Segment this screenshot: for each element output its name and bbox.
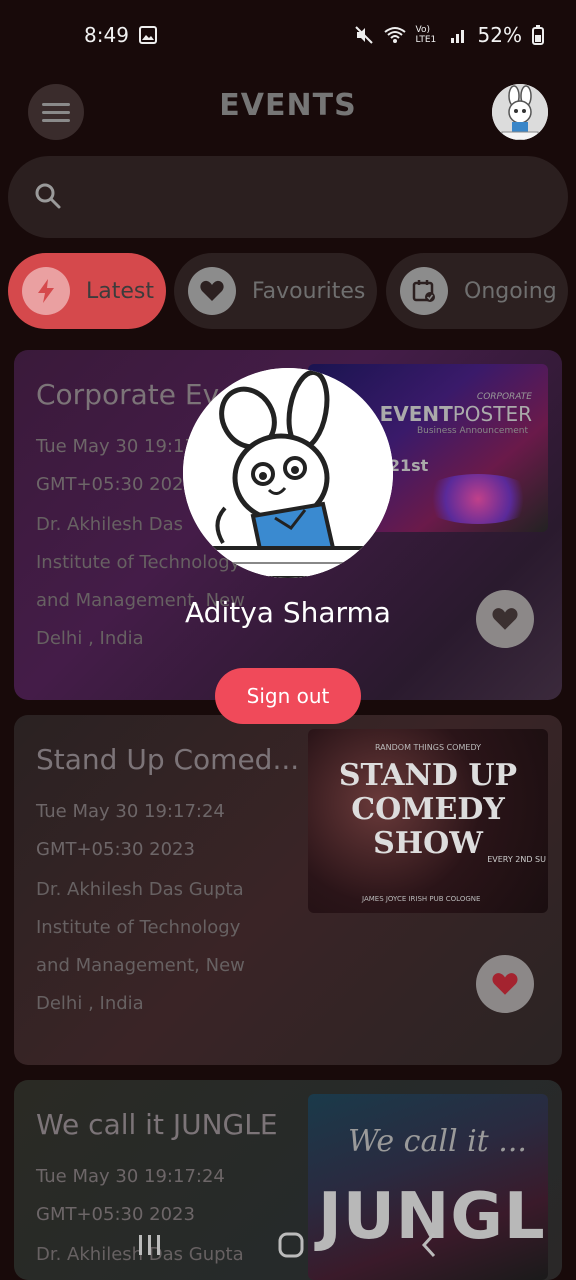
- poster-text: EVENT: [379, 402, 453, 426]
- battery-percent: 52%: [477, 23, 522, 47]
- event-title: Stand Up Comed...: [36, 743, 300, 776]
- filter-chips: Latest Favourites Ongoing: [0, 253, 576, 329]
- event-date: Tue May 30 19:17:24 GMT+05:30 2023: [36, 793, 306, 869]
- location-line: and Management, New: [36, 955, 245, 976]
- chip-latest[interactable]: Latest: [8, 253, 166, 329]
- recent-apps-icon[interactable]: [137, 1233, 163, 1257]
- profile-avatar-button[interactable]: [492, 84, 548, 140]
- event-date-line: Tue May 30 19:17:24: [36, 1166, 225, 1187]
- poster-text: RANDOM THINGS COMEDY: [374, 743, 482, 752]
- status-bar: 8:49 Vo) LTE1 52%: [0, 0, 576, 70]
- poster-text: CORPORATE: [476, 392, 532, 402]
- chip-ongoing[interactable]: Ongoing: [386, 253, 568, 329]
- location-line: Dr. Akhilesh Das Gupta: [36, 879, 244, 900]
- poster-text: EVERY 2ND SU: [487, 855, 546, 864]
- mute-icon: [354, 25, 374, 45]
- profile-name: Aditya Sharma: [185, 596, 391, 629]
- status-right: Vo) LTE1 52%: [354, 23, 544, 47]
- chip-label: Latest: [86, 278, 154, 304]
- poster-headline: EVENTPOSTER: [380, 402, 532, 426]
- search-icon: [34, 182, 62, 210]
- event-date-line: GMT+05:30 2023: [36, 839, 195, 860]
- heart-filled-icon: [491, 971, 519, 997]
- app-header: EVENTS: [0, 80, 576, 144]
- calendar-check-icon: [400, 267, 448, 315]
- sign-out-button[interactable]: Sign out: [215, 668, 361, 724]
- event-card[interactable]: Stand Up Comed... Tue May 30 19:17:24 GM…: [14, 715, 562, 1065]
- poster-decor: [418, 474, 538, 524]
- poster-text: JAMES JOYCE IRISH PUB COLOGNE: [362, 895, 481, 903]
- status-time: 8:49: [84, 23, 129, 47]
- back-icon[interactable]: [419, 1231, 439, 1259]
- search-bar[interactable]: [8, 156, 568, 238]
- search-input[interactable]: [78, 176, 542, 220]
- event-title: We call it JUNGLE: [36, 1108, 278, 1141]
- location-line: Institute of Technology: [36, 917, 241, 938]
- system-nav-bar: [0, 1210, 576, 1280]
- gallery-icon: [138, 26, 157, 44]
- poster-text: COMEDY: [351, 792, 505, 827]
- event-location: Dr. Akhilesh Das Gupta Institute of Tech…: [36, 871, 286, 1023]
- poster-text: Business Announcement: [416, 426, 528, 436]
- favourite-button[interactable]: [476, 955, 534, 1013]
- poster-headline: STAND UP COMEDY SHOW: [338, 759, 518, 861]
- network-label: Vo) LTE1: [415, 25, 437, 45]
- event-date-line: Tue May 30 19:17:24: [36, 801, 225, 822]
- signal-icon: [450, 26, 468, 44]
- home-icon[interactable]: [277, 1231, 305, 1259]
- bunny-avatar-icon: [492, 84, 548, 140]
- heart-icon: [188, 267, 236, 315]
- chip-favourites[interactable]: Favourites: [174, 253, 377, 329]
- chip-label: Favourites: [252, 278, 366, 304]
- wifi-icon: [383, 26, 406, 44]
- event-poster-image: RANDOM THINGS COMEDY STAND UP COMEDY SHO…: [308, 729, 548, 913]
- bolt-icon: [22, 267, 70, 315]
- bunny-avatar-icon: [183, 368, 393, 578]
- status-left: 8:49: [84, 23, 157, 47]
- poster-text: STAND UP: [338, 758, 518, 793]
- page-title: EVENTS: [219, 88, 357, 123]
- poster-text: POSTER: [452, 402, 532, 426]
- battery-icon: [532, 25, 544, 45]
- poster-text: We call it ...: [348, 1124, 527, 1159]
- profile-avatar-large: [183, 368, 393, 578]
- location-line: Delhi , India: [36, 993, 144, 1014]
- chip-label: Ongoing: [464, 278, 557, 304]
